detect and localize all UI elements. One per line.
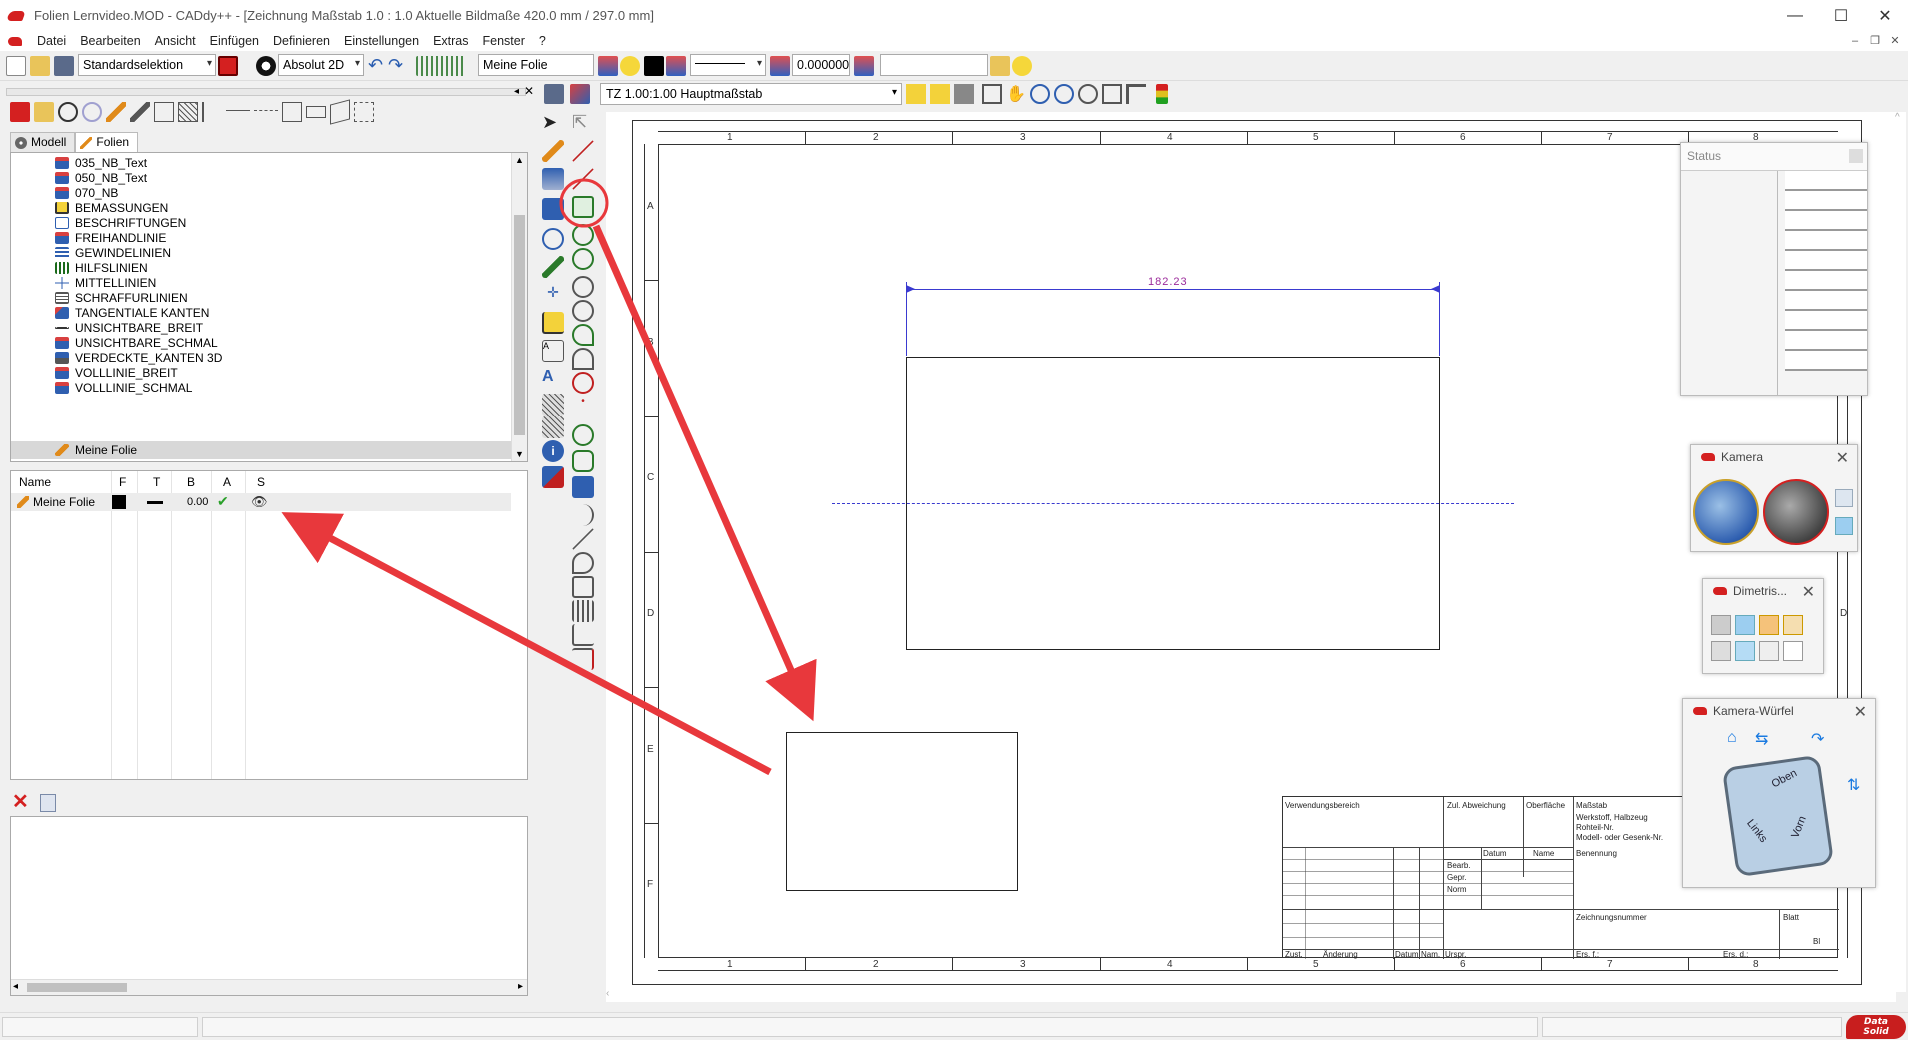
rotate-left-arrow-icon[interactable]: ⇆: [1755, 729, 1768, 749]
view-cube-white-icon[interactable]: [1759, 641, 1779, 661]
camera-cube-front-icon[interactable]: [1835, 517, 1853, 535]
home-view-icon[interactable]: ⌂: [1727, 729, 1737, 747]
view-cube-icon[interactable]: Oben Links Vorn: [1721, 754, 1835, 878]
kamera-wuerfel-header: Kamera-Würfel ✕: [1683, 699, 1875, 723]
brand-line-1: Data: [1864, 1017, 1888, 1027]
kamera-title: Kamera: [1721, 450, 1764, 464]
camera-orbit-globe-icon[interactable]: [1693, 479, 1759, 545]
status-bar: Data Solid: [0, 1012, 1908, 1040]
rotate-over-arrow-icon[interactable]: ↷: [1811, 729, 1824, 749]
status-divider: [1777, 171, 1778, 395]
camera-rotate-sphere-icon[interactable]: [1763, 479, 1829, 545]
annotation-arrow-to-rectangle: [592, 224, 817, 722]
caddy-logo-icon: [1713, 587, 1727, 595]
status-field-1: [2, 1017, 198, 1037]
dimetrisch-title: Dimetris...: [1733, 584, 1787, 598]
annotation-overlay: [281, 178, 817, 776]
cube-face-left[interactable]: Links: [1744, 817, 1769, 845]
status-fields: [1785, 171, 1867, 371]
status-panel: Status: [1680, 142, 1868, 396]
caddy-logo-icon: [1693, 707, 1707, 715]
kamera-header: Kamera ✕: [1691, 445, 1857, 469]
close-icon[interactable]: ✕: [1802, 582, 1815, 602]
highlight-circle: [559, 178, 609, 228]
close-icon[interactable]: ✕: [1836, 448, 1849, 468]
kamera-wuerfel-panel: Kamera-Würfel ✕ ⌂ ⇆ ↷ ⇅ Oben Links Vorn: [1682, 698, 1876, 888]
rotate-vertical-arrow-icon[interactable]: ⇅: [1847, 775, 1860, 795]
view-cube-grey-icon[interactable]: [1711, 615, 1731, 635]
cube-face-front[interactable]: Vorn: [1789, 814, 1809, 839]
status-field-2: [202, 1017, 1538, 1037]
datasolid-logo: Data Solid: [1846, 1015, 1906, 1039]
cube-face-top[interactable]: Oben: [1770, 767, 1799, 790]
view-cube-plain-icon[interactable]: [1783, 641, 1803, 661]
status-title: Status: [1687, 149, 1722, 163]
status-button[interactable]: [1849, 149, 1863, 163]
view-cube-orange-icon[interactable]: [1759, 615, 1779, 635]
cad-application: Folien Lernvideo.MOD - CADdy++ - [Zeichn…: [0, 0, 1908, 1040]
kamera-panel: Kamera ✕: [1690, 444, 1858, 552]
dimetrisch-panel: Dimetris... ✕: [1702, 578, 1824, 674]
view-cube-blue-icon[interactable]: [1735, 615, 1755, 635]
annotation-arrow-to-layer: [281, 512, 772, 776]
status-field-3: [1542, 1017, 1842, 1037]
dimetrisch-header: Dimetris... ✕: [1703, 579, 1823, 603]
brand-line-2: Solid: [1863, 1027, 1889, 1037]
kamera-wuerfel-title: Kamera-Würfel: [1713, 704, 1794, 718]
view-cube-light-icon[interactable]: [1711, 641, 1731, 661]
status-header: Status: [1681, 143, 1867, 171]
caddy-logo-icon: [1701, 453, 1715, 461]
view-cube-tan-icon[interactable]: [1783, 615, 1803, 635]
view-cube-sky-icon[interactable]: [1735, 641, 1755, 661]
close-icon[interactable]: ✕: [1854, 702, 1867, 722]
camera-cube-top-icon[interactable]: [1835, 489, 1853, 507]
